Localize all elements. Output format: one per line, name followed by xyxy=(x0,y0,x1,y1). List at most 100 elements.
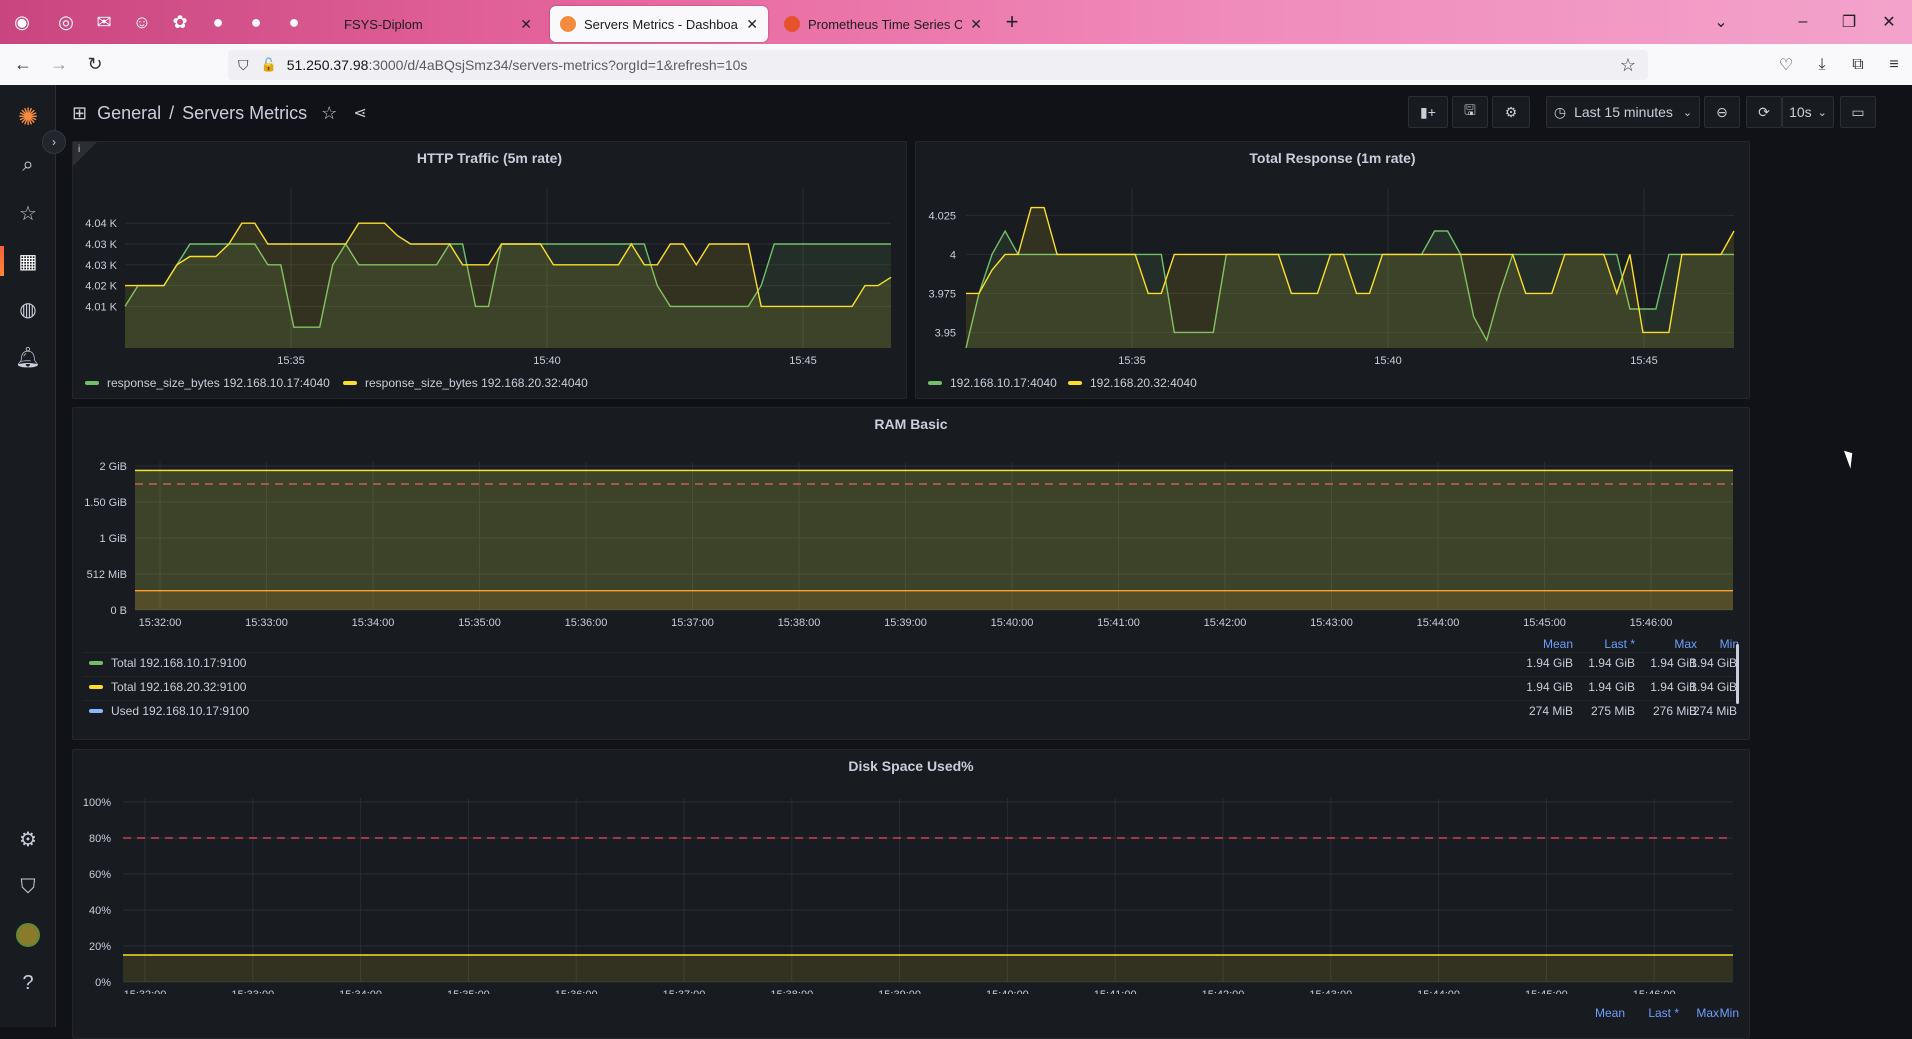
chevron-down-icon: ⌄ xyxy=(1817,106,1827,119)
dashboards-grid-icon[interactable]: ⊞ xyxy=(72,103,87,124)
pinned-tab-github-icon[interactable]: ● xyxy=(240,6,272,38)
legend-value: 1.94 GiB xyxy=(1526,680,1573,694)
dashboards-icon[interactable]: ▦ xyxy=(14,247,42,275)
pinned-tab-grafana-icon[interactable]: ◎ xyxy=(50,6,82,38)
explore-icon[interactable]: ◍ xyxy=(14,295,42,323)
legend-swatch xyxy=(343,381,357,385)
help-icon[interactable]: ? xyxy=(14,969,42,997)
pinned-tab-github-icon[interactable]: ● xyxy=(202,6,234,38)
x-tick-label: 15:43:00 xyxy=(1310,617,1353,629)
tab-prometheus[interactable]: Prometheus Time Series Collecti ✕ xyxy=(774,6,992,42)
extensions-icon[interactable]: ⧉ xyxy=(1840,44,1876,85)
refresh-interval-picker[interactable]: 10s ⌄ xyxy=(1782,96,1834,128)
save-dashboard-button[interactable]: 🖫︎ xyxy=(1452,96,1488,128)
x-tick-label: 15:35 xyxy=(1118,355,1146,367)
pinned-tab-figma-icon[interactable]: ✿ xyxy=(164,6,196,38)
panel-http-traffic[interactable]: i HTTP Traffic (5m rate) 4.04 K 4.03 K 4.0… xyxy=(72,141,907,399)
legend-label: response_size_bytes 192.168.10.17:4040 xyxy=(107,376,330,390)
reload-icon[interactable]: ↻ xyxy=(80,50,110,80)
close-window-icon[interactable]: ✕ xyxy=(1866,0,1912,44)
grafana-logo-icon[interactable]: ✺ xyxy=(14,103,42,131)
time-picker-button[interactable]: ◷ Last 15 minutes ⌄ xyxy=(1546,96,1700,128)
configuration-gear-icon[interactable]: ⚙ xyxy=(14,825,42,853)
legend-value: 274 MiB xyxy=(1528,704,1573,718)
server-admin-shield-icon[interactable]: ⛉ xyxy=(14,873,42,901)
pinned-tab-discord-icon[interactable]: ☺ xyxy=(126,6,158,38)
y-tick-label: 1.50 GiB xyxy=(84,497,127,509)
firefox-menu-icon[interactable]: ◉ xyxy=(6,6,38,38)
legend-item[interactable]: response_size_bytes 192.168.10.17:4040 xyxy=(85,376,330,390)
y-tick-label: 512 MiB xyxy=(87,569,127,581)
app-menu-icon[interactable]: ≡ xyxy=(1876,44,1912,85)
close-tab-icon[interactable]: ✕ xyxy=(520,16,532,33)
panel-total-response[interactable]: Total Response (1m rate) 4.025 4 3.975 3.95… xyxy=(915,141,1750,399)
panel-title: Disk Space Used% xyxy=(848,758,974,774)
tab-fsys-diplom[interactable]: FSYS-Diplom ✕ xyxy=(320,6,542,42)
bookmark-star-icon[interactable]: ☆ xyxy=(1620,55,1636,76)
legend-header-last[interactable]: Last * xyxy=(1627,1006,1679,1020)
expand-menu-chevron-icon[interactable]: › xyxy=(42,130,66,154)
refresh-dashboard-button[interactable]: ⟳ xyxy=(1746,96,1782,128)
tracking-protection-icon[interactable]: ⛉ xyxy=(238,57,249,74)
close-tab-icon[interactable]: ✕ xyxy=(970,16,982,33)
legend-header-min[interactable]: Min xyxy=(1711,1006,1739,1020)
panel-ram-basic[interactable]: RAM Basic 2 GiB 1.50 GiB 1 GiB 512 MiB 0 B 15… xyxy=(72,407,1750,740)
series-area xyxy=(123,955,1733,982)
legend-series-name[interactable]: Total 192.168.10.17:9100 xyxy=(89,656,246,670)
legend-header-min[interactable]: Min xyxy=(1699,637,1739,651)
pinned-tab-messenger-icon[interactable]: ✉ xyxy=(88,6,120,38)
legend-label: response_size_bytes 192.168.20.32:4040 xyxy=(365,376,588,390)
legend-series-name[interactable]: Total 192.168.20.32:9100 xyxy=(89,680,246,694)
legend-label: Used 192.168.10.17:9100 xyxy=(111,704,250,718)
lock-icon[interactable]: 🔓 xyxy=(261,57,277,73)
legend-series-name[interactable]: Used 192.168.10.17:9100 xyxy=(89,704,249,718)
grafana-side-menu: ✺ ⌕ ☆ ▦ ◍ 🔔︎ ⚙ ⛉ ? xyxy=(0,85,56,1027)
x-tick-label: 15:41:00 xyxy=(1097,617,1140,629)
legend-swatch xyxy=(85,381,99,385)
mark-favorite-star-icon[interactable]: ☆ xyxy=(321,103,337,124)
alerting-icon[interactable]: 🔔︎ xyxy=(14,343,42,371)
x-tick-label: 15:45:00 xyxy=(1523,617,1566,629)
legend-label: Total 192.168.20.32:9100 xyxy=(111,680,247,694)
grafana-favicon-icon xyxy=(560,16,576,32)
y-tick-label: 2 GiB xyxy=(99,461,127,473)
forward-icon[interactable]: → xyxy=(44,50,74,80)
y-tick-label: 0% xyxy=(95,977,111,989)
url-bar[interactable]: ⛉ 🔓 51.250.37.98:3000/d/4aBQsjSmz34/serv… xyxy=(228,50,1648,80)
starred-icon[interactable]: ☆ xyxy=(14,199,42,227)
legend-header-last[interactable]: Last * xyxy=(1575,637,1635,651)
close-tab-icon[interactable]: ✕ xyxy=(746,16,758,33)
tab-servers-metrics[interactable]: Servers Metrics - Dashboards - G ✕ xyxy=(550,6,768,42)
add-panel-button[interactable]: ▮+ xyxy=(1408,96,1448,128)
list-all-tabs-icon[interactable]: ⌄ xyxy=(1698,0,1744,44)
legend-item[interactable]: 192.168.10.17:4040 xyxy=(928,376,1057,390)
legend-header-max[interactable]: Max xyxy=(1637,637,1697,651)
legend-value: 1.94 GiB xyxy=(1588,680,1635,694)
legend-item[interactable]: response_size_bytes 192.168.20.32:4040 xyxy=(343,376,588,390)
back-icon[interactable]: ← xyxy=(8,50,38,80)
legend-swatch xyxy=(1068,381,1082,385)
legend-item[interactable]: 192.168.20.32:4040 xyxy=(1068,376,1197,390)
dashboard-settings-button[interactable]: ⚙ xyxy=(1492,96,1530,128)
share-icon[interactable]: ⋖ xyxy=(353,103,366,123)
x-tick-label: 15:44:00 xyxy=(1417,617,1460,629)
user-avatar[interactable] xyxy=(14,921,42,949)
tv-mode-button[interactable]: ▭ xyxy=(1840,96,1876,128)
legend-header-mean[interactable]: Mean xyxy=(1513,637,1573,651)
page-title[interactable]: Servers Metrics xyxy=(182,103,307,124)
panel-disk-space[interactable]: Disk Space Used% 100% 80% 60% 40% 20% 0% 15:32… xyxy=(72,749,1750,1039)
browser-tab-bar: ◉ ◎ ✉ ☺ ✿ ● ● ● FSYS-Diplom ✕ Servers Me… xyxy=(0,0,1912,44)
zoom-out-button[interactable]: ⊖ xyxy=(1704,96,1740,128)
search-icon[interactable]: ⌕ xyxy=(14,151,42,179)
x-tick-label: 15:42:00 xyxy=(1204,617,1247,629)
pinned-tab-github-icon[interactable]: ● xyxy=(278,6,310,38)
downloads-icon[interactable]: ⤓ xyxy=(1804,44,1840,85)
minimize-window-icon[interactable]: – xyxy=(1780,0,1826,44)
legend-header-mean[interactable]: Mean xyxy=(1573,1006,1625,1020)
new-tab-button[interactable]: + xyxy=(998,8,1026,36)
x-tick-label: 15:46:00 xyxy=(1633,989,1676,994)
pocket-icon[interactable]: ♡ xyxy=(1768,44,1804,85)
breadcrumb-folder[interactable]: General xyxy=(97,103,161,124)
legend-swatch xyxy=(89,709,103,713)
legend-scrollbar[interactable] xyxy=(1736,644,1739,704)
